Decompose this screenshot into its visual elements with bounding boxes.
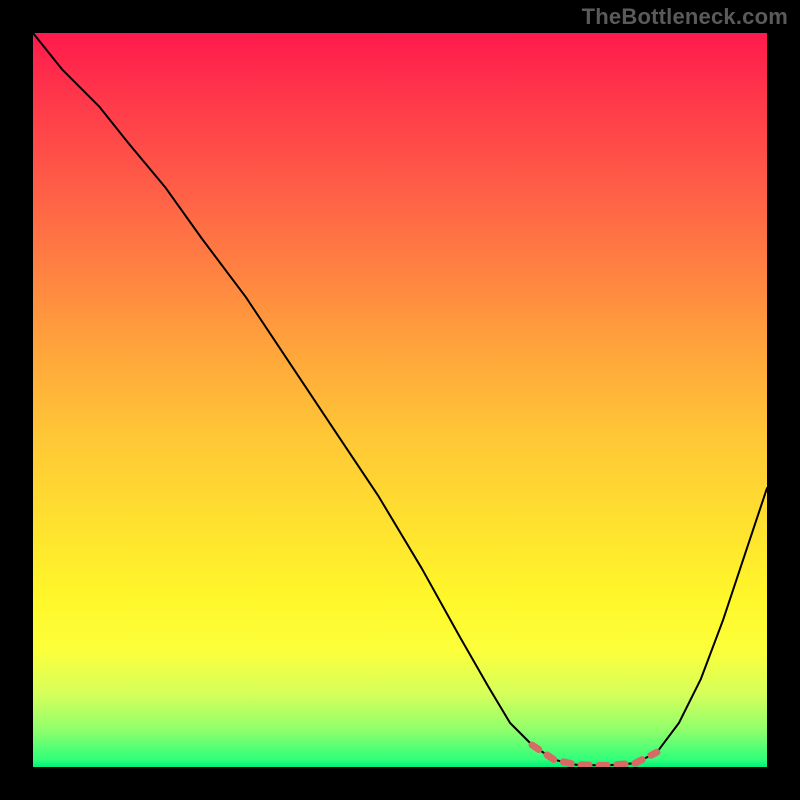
background-gradient <box>33 33 767 767</box>
plot-area <box>33 33 767 767</box>
watermark-text: TheBottleneck.com <box>582 4 788 30</box>
chart-container: TheBottleneck.com <box>0 0 800 800</box>
